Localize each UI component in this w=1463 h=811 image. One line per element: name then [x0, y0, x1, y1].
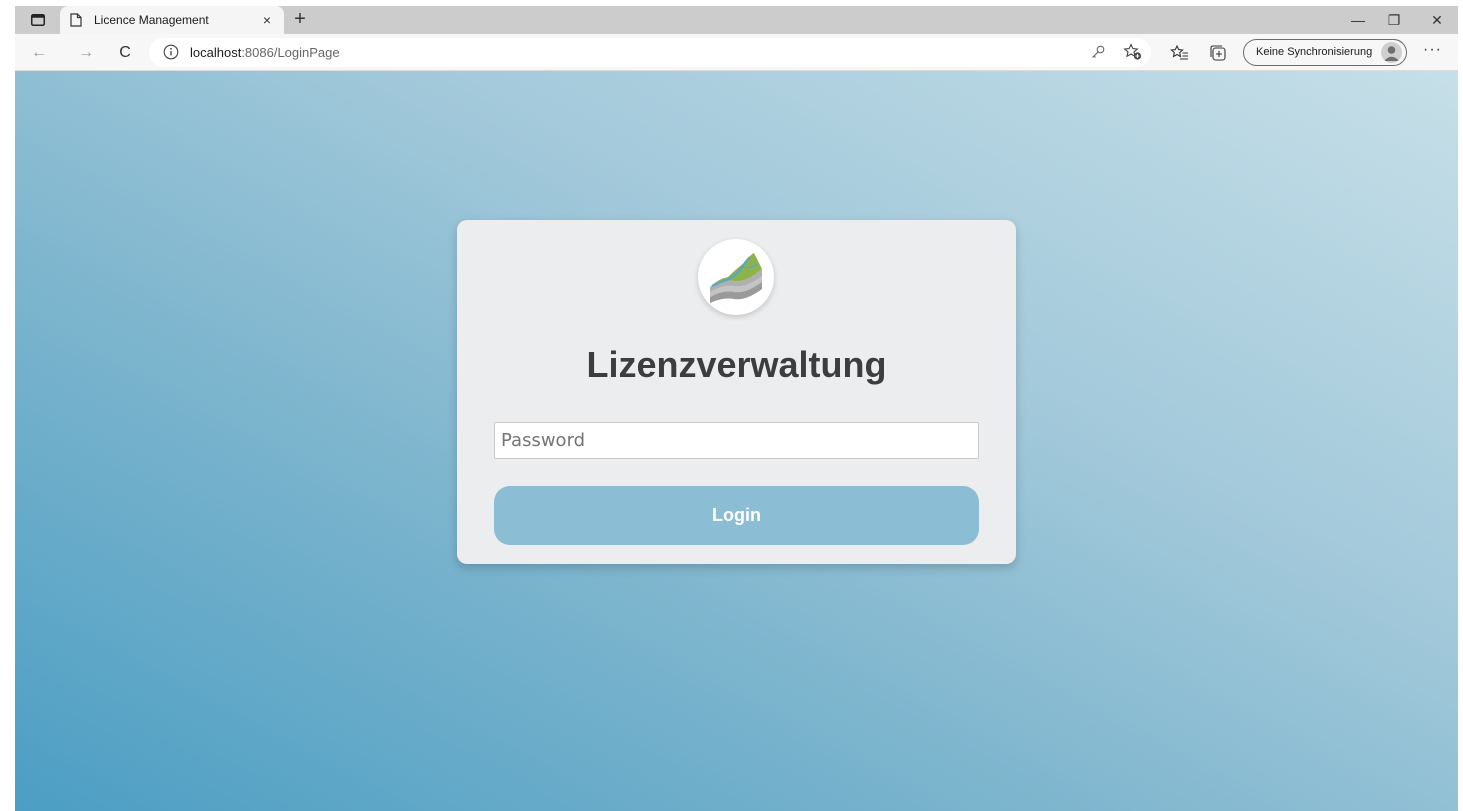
app-logo — [698, 239, 774, 315]
page-icon — [70, 13, 82, 27]
url-path: :8086/LoginPage — [241, 45, 340, 60]
close-tab-icon[interactable]: × — [258, 11, 276, 29]
new-tab-button[interactable]: + — [289, 9, 311, 31]
login-card: Lizenzverwaltung Login — [457, 220, 1016, 564]
back-button[interactable]: ← — [29, 43, 49, 63]
person-icon — [1384, 46, 1399, 61]
sync-label: Keine Synchronisierung — [1256, 46, 1373, 58]
collections-icon[interactable] — [1208, 43, 1228, 63]
favorites-icon[interactable] — [1170, 43, 1190, 63]
tab-licence-management[interactable]: Licence Management × — [60, 6, 284, 34]
tab-actions-icon — [31, 14, 45, 26]
add-favorite-icon[interactable] — [1123, 43, 1143, 61]
more-options-button[interactable]: ··· — [1423, 41, 1442, 59]
forward-button[interactable]: → — [76, 43, 96, 63]
page-viewport: Lizenzverwaltung Login — [15, 71, 1458, 811]
key-icon[interactable] — [1090, 44, 1106, 60]
url-host: localhost — [190, 45, 242, 60]
tab-strip: Licence Management × + — ❐ ✕ — [15, 6, 1458, 34]
login-button[interactable]: Login — [494, 486, 979, 545]
page-title: Lizenzverwaltung — [586, 344, 887, 385]
browser-window: Licence Management × + — ❐ ✕ ← → C local… — [15, 6, 1458, 811]
tab-title: Licence Management — [94, 13, 209, 27]
url-text[interactable]: localhost:8086/LoginPage — [190, 45, 340, 60]
close-window-button[interactable]: ✕ — [1425, 10, 1449, 30]
minimize-button[interactable]: — — [1346, 10, 1370, 30]
browser-toolbar: ← → C localhost:8086/LoginPage Keine Syn… — [15, 34, 1458, 71]
restore-button[interactable]: ❐ — [1382, 10, 1406, 30]
terrain-logo-icon — [710, 253, 762, 303]
reload-button[interactable]: C — [115, 43, 135, 63]
avatar — [1381, 42, 1402, 63]
address-bar[interactable]: localhost:8086/LoginPage — [149, 38, 1151, 67]
tab-actions-button[interactable] — [23, 10, 53, 30]
info-icon[interactable] — [163, 44, 179, 60]
sync-profile-button[interactable]: Keine Synchronisierung — [1243, 39, 1407, 66]
password-input[interactable] — [494, 422, 979, 459]
